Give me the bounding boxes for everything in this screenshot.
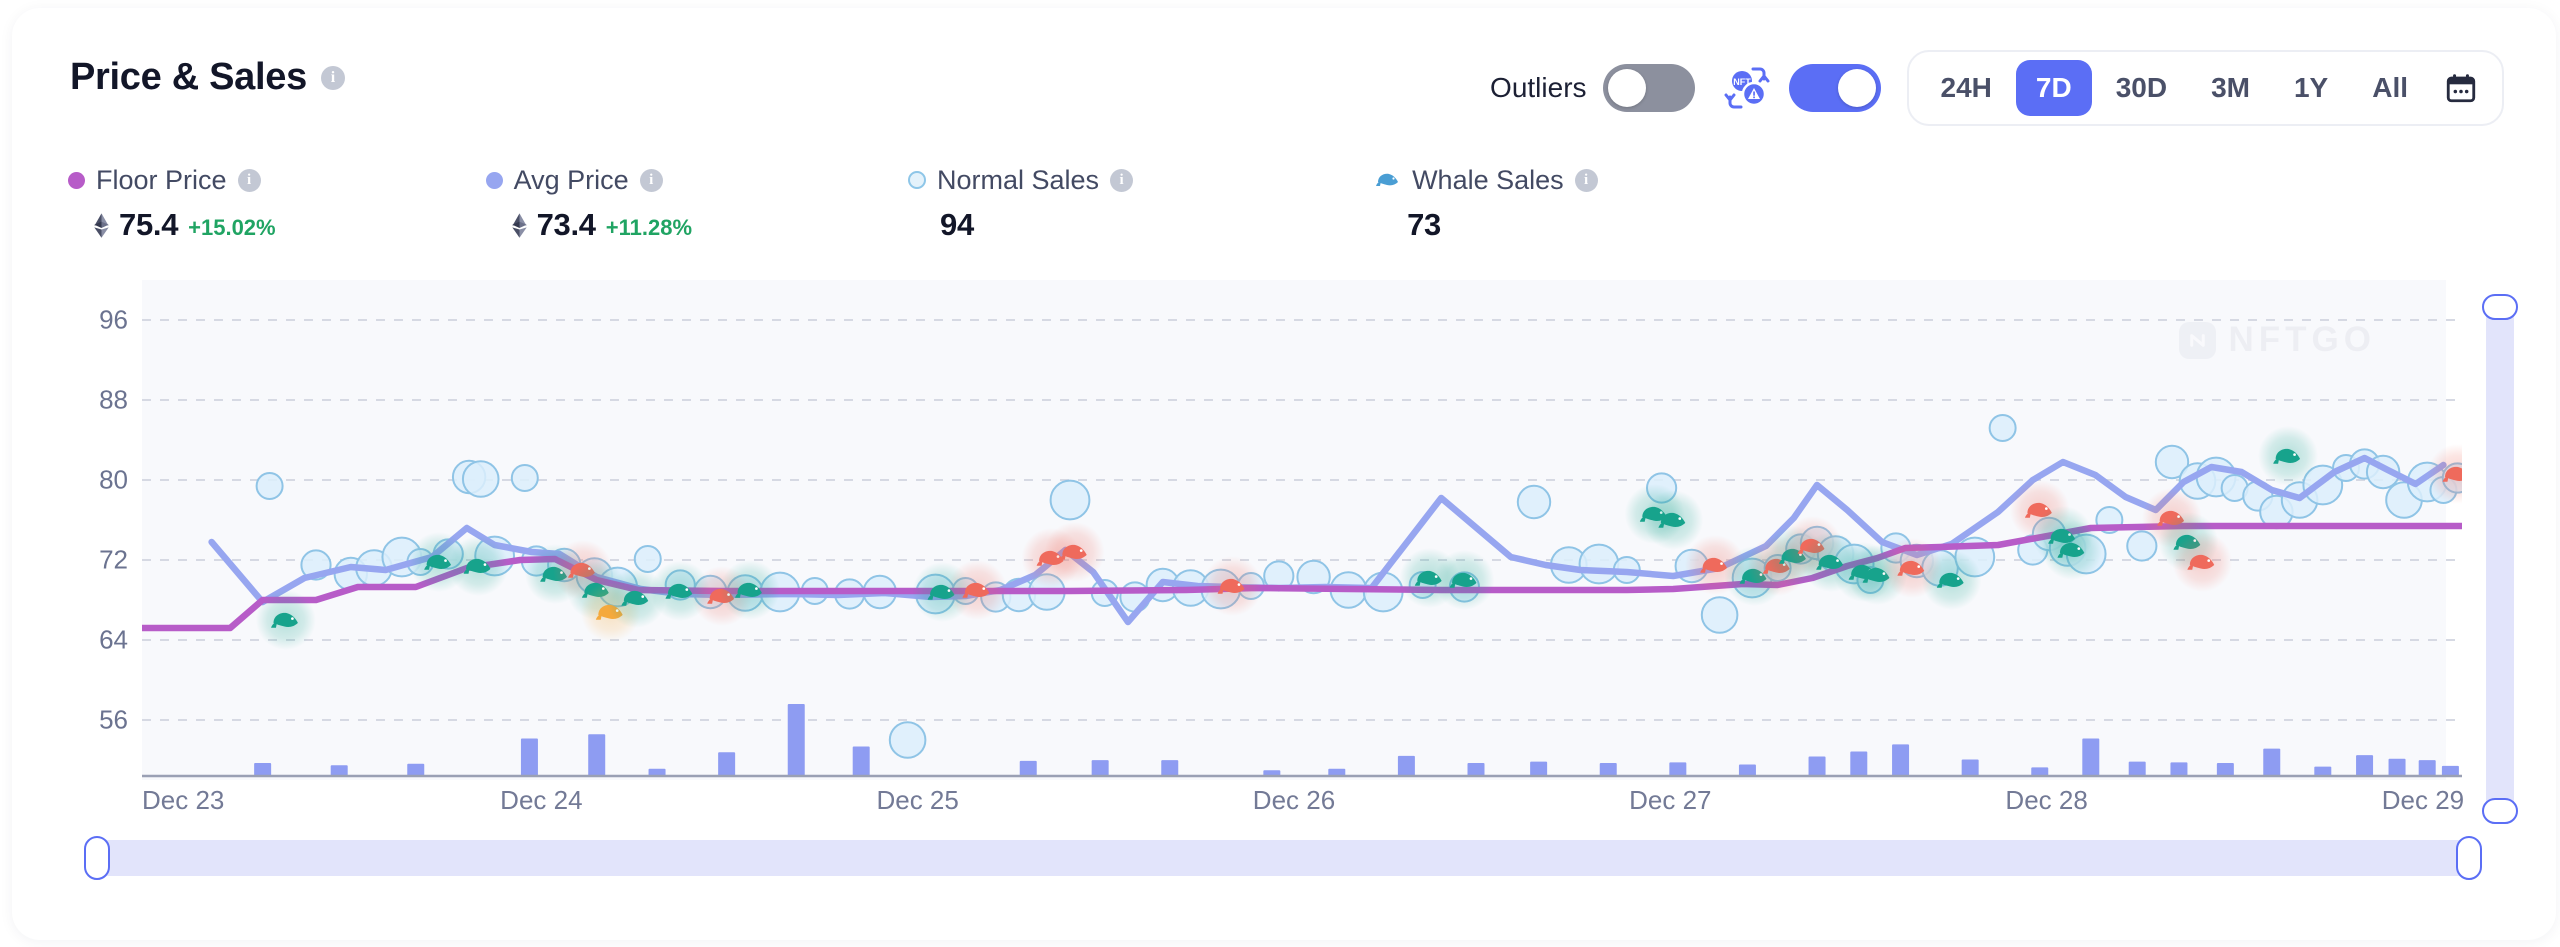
legend-label: Normal Sales xyxy=(937,164,1100,195)
legend-info-icon[interactable]: i xyxy=(1574,168,1598,192)
ethereum-icon xyxy=(94,212,109,238)
y-axis: 96 88 80 72 64 56 xyxy=(12,280,142,780)
y-axis-tick: 56 xyxy=(99,704,128,735)
ethereum-icon xyxy=(511,212,527,238)
price-and-sales-card: Price & Sales i Outliers NFT 24H 7D 30D … xyxy=(12,8,2556,940)
y-axis-tick: 96 xyxy=(99,304,128,335)
chart-plot-area: 96 88 80 72 64 56 NFTGO Dec 23 Dec 24 Dec 25 Dec… xyxy=(12,280,2556,840)
page-title: Price & Sales xyxy=(70,56,307,98)
legend-value: 73.4 xyxy=(536,207,596,242)
y-axis-tick: 80 xyxy=(99,464,128,495)
whale-icon xyxy=(1376,173,1399,186)
nft-wash-trade-filter-icon[interactable]: NFT xyxy=(1721,64,1773,112)
outliers-label: Outliers xyxy=(1490,72,1587,103)
vertical-zoom-slider[interactable] xyxy=(2482,294,2518,824)
x-axis-tick: Dec 26 xyxy=(1252,785,1336,815)
horizontal-range-slider[interactable] xyxy=(84,836,2482,880)
range-btn-all[interactable]: All xyxy=(2352,60,2428,116)
legend-value: 94 xyxy=(940,207,974,242)
legend-marker xyxy=(485,171,503,189)
outliers-toggle-group: Outliers xyxy=(1490,64,1695,112)
wash-trade-toggle-group: NFT xyxy=(1721,64,1881,112)
title-info-icon[interactable]: i xyxy=(320,65,345,90)
outliers-toggle[interactable] xyxy=(1602,64,1695,112)
x-axis-tick: Dec 27 xyxy=(1629,785,1712,815)
range-btn-7d[interactable]: 7D xyxy=(2015,60,2092,116)
vertical-slider-handle-bottom[interactable] xyxy=(2482,798,2518,824)
card-header: Price & Sales i Outliers NFT 24H 7D 30D … xyxy=(12,8,2556,148)
range-btn-24h[interactable]: 24H xyxy=(1921,60,2012,116)
legend-value: 75.4 xyxy=(119,207,179,242)
legend-info-icon[interactable]: i xyxy=(1110,168,1134,192)
legend-info-icon[interactable]: i xyxy=(639,168,663,192)
legend-label: Avg Price xyxy=(513,164,629,195)
legend-item-avg-price[interactable]: Avg Price i 73.4 +11.28% xyxy=(485,163,692,243)
legend-marker xyxy=(68,171,85,189)
range-btn-3m[interactable]: 3M xyxy=(2191,60,2270,116)
y-axis-tick: 72 xyxy=(99,544,128,575)
legend-change: +15.02% xyxy=(188,215,276,240)
legend-label: Whale Sales xyxy=(1412,164,1564,195)
horizontal-slider-track[interactable] xyxy=(96,840,2470,876)
x-axis-tick: Dec 28 xyxy=(2005,785,2088,815)
horizontal-slider-handle-left[interactable] xyxy=(84,836,110,880)
wash-trade-toggle-knob xyxy=(1837,69,1876,107)
y-axis-tick: 88 xyxy=(99,384,128,415)
chart-canvas xyxy=(142,319,2462,778)
legend-value: 73 xyxy=(1407,207,1441,242)
calendar-icon[interactable] xyxy=(2432,60,2490,116)
vertical-slider-track[interactable] xyxy=(2486,310,2514,808)
y-axis-tick: 64 xyxy=(99,624,128,655)
legend-item-whale-sales[interactable]: Whale Sales i 73 xyxy=(1375,163,1598,243)
x-axis-tick: Dec 23 xyxy=(142,785,225,815)
legend-marker xyxy=(908,171,926,189)
legend-item-normal-sales[interactable]: Normal Sales i 94 xyxy=(908,163,1134,243)
horizontal-slider-handle-right[interactable] xyxy=(2456,836,2482,880)
legend-info-icon[interactable]: i xyxy=(237,168,261,192)
wash-trade-toggle[interactable] xyxy=(1788,64,1881,112)
chart-legend: Floor Price i 75.4 +15.02% Avg Price i 73.4 +11… xyxy=(68,163,1598,243)
range-btn-30d[interactable]: 30D xyxy=(2096,60,2187,116)
header-controls: Outliers NFT 24H 7D 30D 3M 1Y All xyxy=(1490,50,2504,126)
legend-item-floor-price[interactable]: Floor Price i 75.4 +15.02% xyxy=(68,163,276,243)
title-group: Price & Sales i xyxy=(70,56,345,99)
outliers-toggle-knob xyxy=(1607,69,1646,107)
legend-change: +11.28% xyxy=(605,215,692,240)
x-axis-tick: Dec 29 xyxy=(2381,785,2465,815)
time-range-selector: 24H 7D 30D 3M 1Y All xyxy=(1906,50,2504,126)
vertical-slider-handle-top[interactable] xyxy=(2482,294,2518,320)
x-axis-tick: Dec 24 xyxy=(500,785,583,815)
x-axis: Dec 23 Dec 24 Dec 25 Dec 26 Dec 27 Dec 28 Dec … xyxy=(142,785,2464,835)
range-btn-1y[interactable]: 1Y xyxy=(2274,60,2348,116)
legend-label: Floor Price xyxy=(96,164,227,195)
x-axis-tick: Dec 25 xyxy=(876,785,959,815)
